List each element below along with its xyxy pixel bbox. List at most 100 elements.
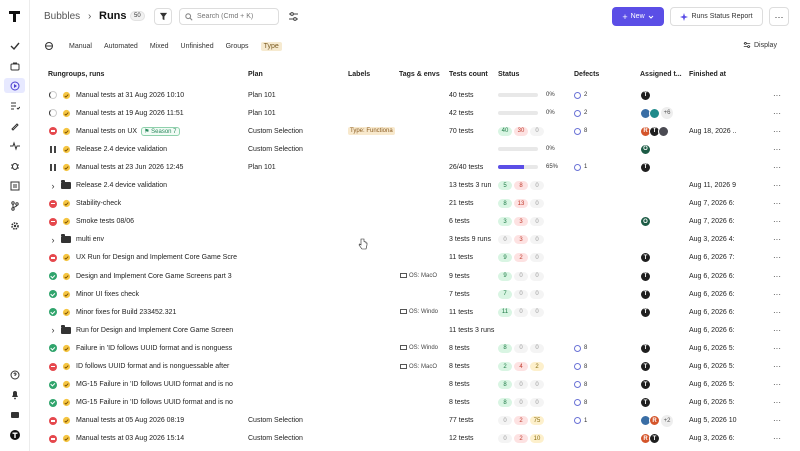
tab-groups[interactable]: Groups bbox=[226, 43, 249, 50]
row-more-button[interactable]: ··· bbox=[771, 303, 783, 321]
assignees[interactable]: T bbox=[640, 303, 686, 321]
run-name[interactable]: Run for Design and Implement Core Game S… bbox=[76, 321, 242, 339]
assignees[interactable]: T bbox=[640, 285, 686, 303]
assignees[interactable]: T bbox=[640, 339, 686, 357]
run-name[interactable]: Manual tests on UX ⚑ Season 7 bbox=[76, 122, 242, 140]
tab-unfinished[interactable]: Unfinished bbox=[181, 43, 214, 50]
run-name-text[interactable]: Run for Design and Implement Core Game S… bbox=[76, 327, 233, 334]
assignees[interactable]: T bbox=[640, 267, 686, 285]
report-icon[interactable] bbox=[8, 179, 21, 192]
run-name-text[interactable]: Release 2.4 device validation bbox=[76, 146, 167, 153]
avatar-t[interactable]: T bbox=[649, 433, 660, 445]
defects-count[interactable]: 2 bbox=[574, 104, 624, 122]
assignees[interactable]: T bbox=[640, 249, 686, 267]
assignees[interactable]: T bbox=[640, 158, 686, 176]
tab-automated[interactable]: Automated bbox=[104, 43, 138, 50]
col-count[interactable]: Tests count bbox=[449, 71, 488, 78]
table-row[interactable]: Manual tests at 19 Aug 2026 11:51 Plan 10… bbox=[30, 104, 800, 122]
run-name[interactable]: multi env bbox=[76, 231, 242, 249]
assignees[interactable] bbox=[640, 321, 686, 339]
table-row[interactable]: Manual tests at 05 Aug 2026 08:19 Custom … bbox=[30, 412, 800, 430]
sliders-icon[interactable] bbox=[288, 11, 299, 22]
col-defects[interactable]: Defects bbox=[574, 71, 599, 78]
run-name-text[interactable]: Manual tests on UX bbox=[76, 128, 137, 135]
more-assignees-badge[interactable]: +6 bbox=[661, 107, 673, 120]
run-plan[interactable] bbox=[248, 394, 344, 412]
new-button[interactable]: + New bbox=[612, 7, 664, 26]
table-row[interactable]: Smoke tests 08/06 6 tests 3 3 0 O Aug 7, 2026 … bbox=[30, 213, 800, 231]
avatar-o[interactable]: O bbox=[640, 143, 651, 155]
run-name-text[interactable]: Manual tests at 03 Aug 2026 15:14 bbox=[76, 435, 184, 442]
brush-icon[interactable] bbox=[8, 119, 21, 132]
run-plan[interactable]: Custom Selection bbox=[248, 122, 344, 140]
avatar-r[interactable]: R bbox=[649, 415, 660, 427]
defects-count[interactable] bbox=[574, 267, 624, 285]
avatar-t[interactable]: T bbox=[640, 397, 651, 409]
run-name[interactable]: Smoke tests 08/06 bbox=[76, 213, 242, 231]
filter-button[interactable] bbox=[154, 8, 172, 25]
runs-status-report-button[interactable]: Runs Status Report bbox=[670, 7, 763, 26]
run-name[interactable]: Manual tests at 05 Aug 2026 08:19 bbox=[76, 412, 242, 430]
list-check-icon[interactable] bbox=[8, 99, 21, 112]
col-plan[interactable]: Plan bbox=[248, 71, 263, 78]
row-more-button[interactable]: ··· bbox=[771, 122, 783, 140]
assignees[interactable]: T bbox=[640, 358, 686, 376]
defects-count[interactable]: 8 bbox=[574, 394, 624, 412]
tab-manual[interactable]: Manual bbox=[69, 43, 92, 50]
run-plan[interactable] bbox=[248, 249, 344, 267]
view-toggle-icon[interactable] bbox=[44, 41, 54, 51]
run-plan[interactable] bbox=[248, 177, 344, 195]
run-plan[interactable] bbox=[248, 285, 344, 303]
defects-count[interactable] bbox=[574, 249, 624, 267]
run-name[interactable]: Minor UI fixes check bbox=[76, 285, 242, 303]
run-plan[interactable]: Custom Selection bbox=[248, 140, 344, 158]
run-plan[interactable] bbox=[248, 303, 344, 321]
avatar-t[interactable]: T bbox=[640, 306, 651, 318]
tab-mixed[interactable]: Mixed bbox=[150, 43, 169, 50]
defects-count[interactable]: 8 bbox=[574, 122, 624, 140]
breadcrumb-root[interactable]: Bubbles bbox=[44, 11, 80, 22]
assignees[interactable] bbox=[640, 195, 686, 213]
defects-count[interactable] bbox=[574, 430, 624, 448]
run-name[interactable]: Minor fixes for Build 233452.321 bbox=[76, 303, 242, 321]
table-row[interactable]: ID follows UUID format and is nonguessab… bbox=[30, 358, 800, 376]
col-finished[interactable]: Finished at bbox=[689, 71, 726, 78]
defects-count[interactable] bbox=[574, 285, 624, 303]
row-more-button[interactable]: ··· bbox=[771, 412, 783, 430]
logo-icon[interactable] bbox=[8, 10, 21, 23]
assignees[interactable]: R +2 bbox=[640, 412, 686, 430]
assignees[interactable]: T bbox=[640, 376, 686, 394]
pulse-icon[interactable] bbox=[8, 139, 21, 152]
col-name[interactable]: Rungroups, runs bbox=[48, 71, 104, 78]
col-tags[interactable]: Tags & envs bbox=[399, 71, 440, 78]
run-plan[interactable] bbox=[248, 231, 344, 249]
help-icon[interactable] bbox=[8, 368, 21, 381]
row-more-button[interactable]: ··· bbox=[771, 285, 783, 303]
table-row[interactable]: Design and Implement Core Game Screens p… bbox=[30, 267, 800, 285]
defects-count[interactable] bbox=[574, 321, 624, 339]
assignees[interactable]: +6 bbox=[640, 104, 686, 122]
run-plan[interactable] bbox=[248, 339, 344, 357]
row-more-button[interactable]: ··· bbox=[771, 358, 783, 376]
more-actions-button[interactable]: ··· bbox=[769, 7, 789, 26]
row-more-button[interactable]: ··· bbox=[771, 249, 783, 267]
milestone-badge[interactable]: ⚑ Season 7 bbox=[141, 126, 180, 136]
run-plan[interactable] bbox=[248, 213, 344, 231]
row-more-button[interactable]: ··· bbox=[771, 140, 783, 158]
col-status[interactable]: Status bbox=[498, 71, 519, 78]
run-name-text[interactable]: Release 2.4 device validation bbox=[76, 182, 167, 189]
row-more-button[interactable]: ··· bbox=[771, 267, 783, 285]
defects-count[interactable]: 8 bbox=[574, 376, 624, 394]
avatar-photo[interactable] bbox=[658, 125, 669, 137]
defects-count[interactable]: 2 bbox=[574, 86, 624, 104]
col-labels[interactable]: Labels bbox=[348, 71, 370, 78]
table-row[interactable]: Manual tests on UX ⚑ Season 7 Custom Selec… bbox=[30, 122, 800, 140]
run-plan[interactable] bbox=[248, 267, 344, 285]
avatar-t[interactable]: T bbox=[640, 252, 651, 264]
assignees[interactable]: RT bbox=[640, 122, 686, 140]
run-plan[interactable] bbox=[248, 358, 344, 376]
defects-count[interactable]: 1 bbox=[574, 412, 624, 430]
run-name-text[interactable]: ID follows UUID format and is nonguessab… bbox=[76, 363, 229, 370]
avatar-t[interactable]: T bbox=[640, 361, 651, 372]
run-name[interactable]: Manual tests at 19 Aug 2026 11:51 bbox=[76, 104, 242, 122]
